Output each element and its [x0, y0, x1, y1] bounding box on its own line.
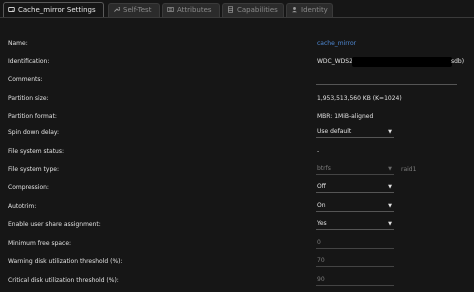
field-label: File system type:: [8, 166, 59, 173]
tab-label: Self-Test: [123, 6, 152, 14]
wrench-icon: [114, 6, 120, 12]
identification-value: WDC_WDS2: [317, 58, 353, 65]
tab-divider: [0, 17, 474, 18]
select-value: Off: [317, 183, 326, 190]
row-crit-threshold: Critical disk utilization threshold (%):…: [0, 271, 474, 290]
field-label: Warning disk utilization threshold (%):: [8, 258, 123, 265]
tab-bar: Cache_mirror Settings Self-Test Attribut…: [0, 0, 474, 18]
warning-threshold-input[interactable]: 70: [316, 255, 394, 267]
field-label: File system status:: [8, 148, 65, 155]
raid-profile: raid1: [401, 166, 417, 173]
select-value: Yes: [317, 220, 327, 227]
row-comments: Comments:: [0, 70, 474, 89]
field-label: Spin down delay:: [8, 129, 60, 136]
tab-label: Identity: [301, 6, 328, 14]
user-icon: [292, 6, 297, 12]
partition-size-value: 1,953,513,560 KB (K=1024): [317, 95, 402, 102]
table-icon: [228, 5, 233, 13]
tab-label: Attributes: [177, 6, 212, 14]
row-user-share: Enable user share assignment: Yes ▼: [0, 215, 474, 234]
tab-self-test[interactable]: Self-Test: [108, 3, 160, 17]
select-value: Use default: [317, 128, 352, 135]
field-label: Autotrim:: [8, 203, 37, 210]
row-name: Name: cache_mirror: [0, 34, 474, 53]
row-compression: Compression: Off ▼: [0, 178, 474, 197]
identification-suffix: sdb): [451, 58, 465, 65]
field-label: Compression:: [8, 184, 49, 191]
compression-select[interactable]: Off ▼: [316, 181, 394, 193]
spin-down-select[interactable]: Use default ▼: [316, 126, 394, 138]
field-label: Name:: [8, 40, 28, 47]
row-fs-type: File system type: btrfs ▼ raid1: [0, 160, 474, 179]
name-link[interactable]: cache_mirror: [317, 34, 356, 53]
row-autotrim: Autotrim: On ▼: [0, 197, 474, 216]
critical-threshold-input[interactable]: 90: [316, 274, 394, 286]
field-label: Minimum free space:: [8, 240, 72, 247]
select-value: btrfs: [317, 165, 331, 172]
user-share-select[interactable]: Yes ▼: [316, 218, 394, 230]
row-min-free: Minimum free space: 0: [0, 234, 474, 253]
caret-down-icon: ▼: [388, 203, 392, 209]
autotrim-select[interactable]: On ▼: [316, 200, 394, 212]
list-icon: [167, 6, 174, 12]
redaction-bar: [352, 57, 452, 67]
row-spin-down: Spin down delay: Use default ▼: [0, 123, 474, 142]
row-warn-threshold: Warning disk utilization threshold (%): …: [0, 252, 474, 271]
caret-down-icon: ▼: [388, 166, 392, 172]
field-label: Critical disk utilization threshold (%):: [8, 277, 119, 284]
tab-cache-mirror-settings[interactable]: Cache_mirror Settings: [3, 2, 104, 18]
row-fs-status: File system status: -: [0, 142, 474, 161]
hdd-icon: [8, 6, 15, 12]
field-label: Partition size:: [8, 95, 49, 102]
select-value: On: [317, 202, 326, 209]
row-identification: Identification: WDC_WDS2 sdb): [0, 52, 474, 71]
min-free-input[interactable]: 0: [316, 237, 394, 249]
field-label: Comments:: [8, 76, 43, 83]
tab-label: Capabilities: [237, 6, 278, 14]
caret-down-icon: ▼: [388, 129, 392, 135]
caret-down-icon: ▼: [388, 221, 392, 227]
field-label: Identification:: [8, 58, 50, 65]
tab-identity[interactable]: Identity: [286, 3, 333, 17]
row-partition-size: Partition size: 1,953,513,560 KB (K=1024…: [0, 89, 474, 108]
field-label: Enable user share assignment:: [8, 221, 101, 228]
tab-capabilities[interactable]: Capabilities: [222, 3, 284, 17]
caret-down-icon: ▼: [388, 184, 392, 190]
comments-input[interactable]: [316, 73, 457, 85]
fs-type-select[interactable]: btrfs ▼: [316, 163, 394, 175]
fs-status-value: -: [317, 148, 320, 155]
tab-label: Cache_mirror Settings: [18, 6, 96, 14]
tab-attributes[interactable]: Attributes: [162, 3, 220, 17]
